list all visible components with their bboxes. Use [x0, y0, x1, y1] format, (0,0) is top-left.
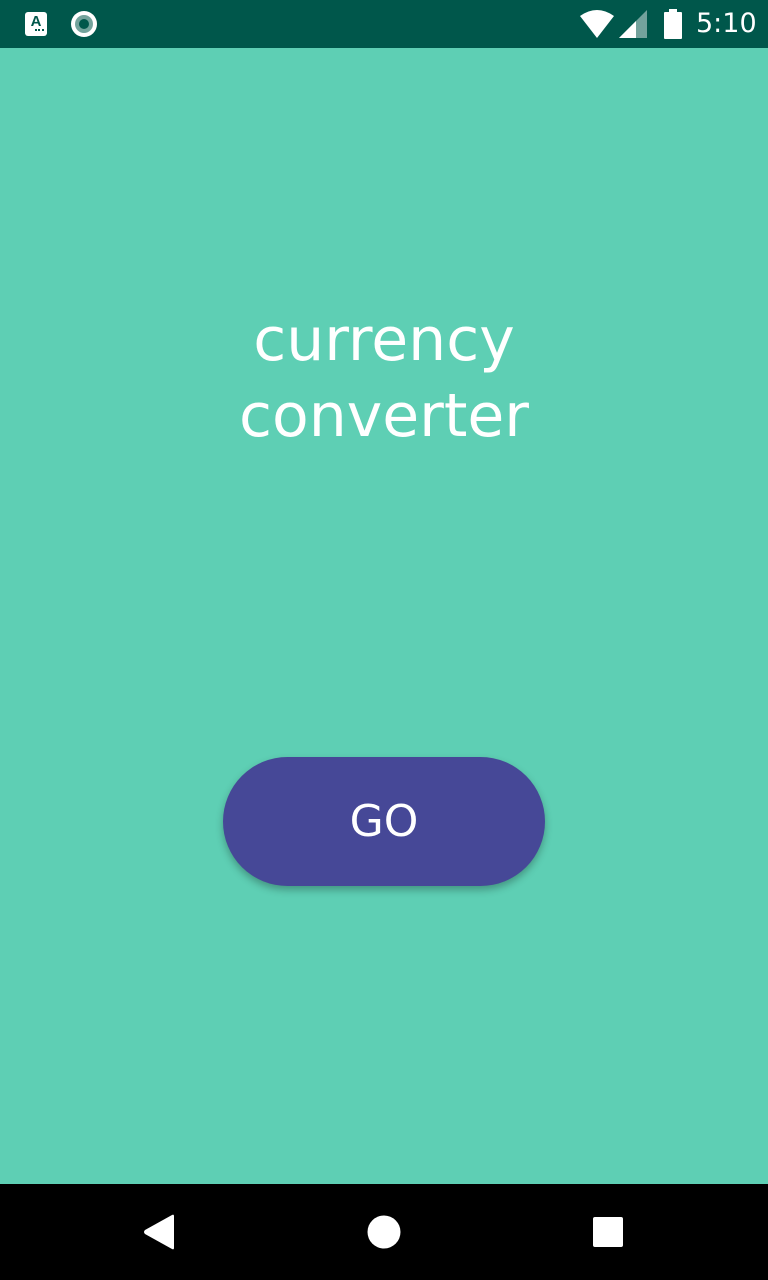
app-circle-icon — [71, 11, 97, 37]
home-icon[interactable] — [366, 1214, 402, 1250]
signal-icon — [619, 10, 647, 38]
go-button[interactable]: GO — [223, 757, 545, 886]
battery-icon — [664, 9, 682, 39]
recents-icon[interactable] — [592, 1216, 624, 1248]
back-icon[interactable] — [142, 1214, 176, 1250]
title-line-1: currency — [253, 305, 515, 375]
app-screen: A 5:10 currency converter GO — [0, 0, 768, 1280]
wifi-icon — [580, 10, 614, 38]
status-time: 5:10 — [696, 8, 757, 39]
app-title: currency converter — [0, 302, 768, 454]
navigation-bar — [0, 1184, 768, 1280]
title-line-2: converter — [239, 381, 529, 451]
status-bar: A 5:10 — [0, 0, 768, 48]
app-a-icon: A — [25, 12, 47, 36]
